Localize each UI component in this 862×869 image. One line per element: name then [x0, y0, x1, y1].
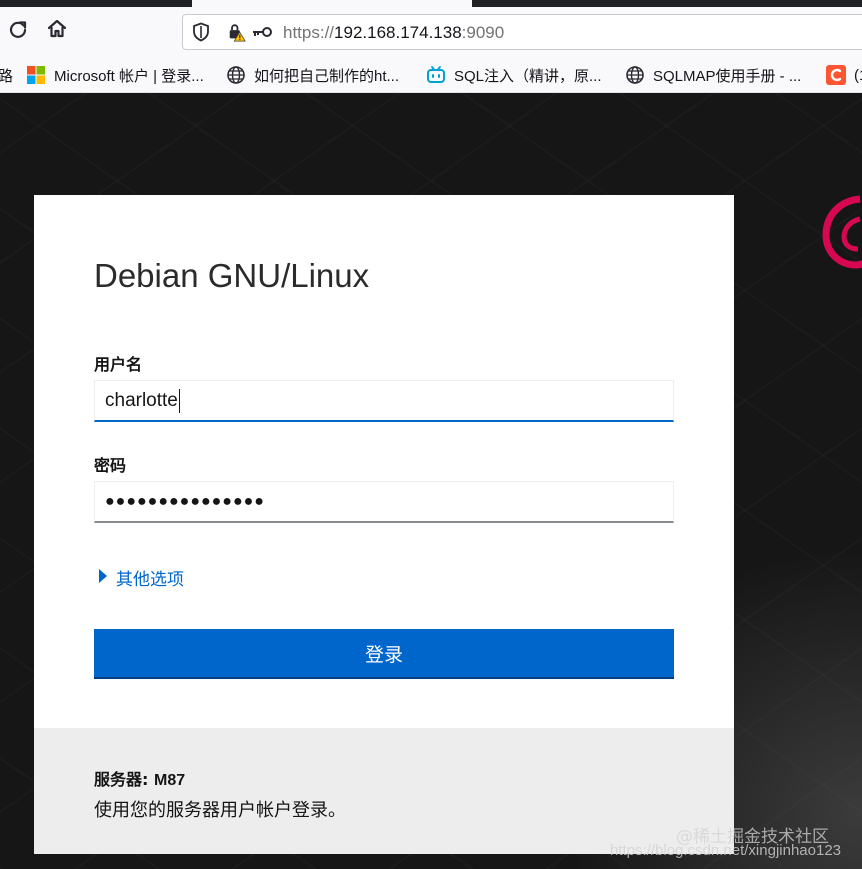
url-port: :9090: [461, 23, 505, 42]
key-icon[interactable]: [251, 22, 273, 42]
globe-icon: [625, 65, 645, 85]
tab-strip: [0, 0, 862, 7]
server-name: M87: [153, 772, 186, 789]
username-label: 用户名: [94, 355, 143, 374]
password-label: 密码: [94, 456, 127, 475]
server-info: 服务器: M87: [94, 766, 185, 790]
bookmark-item-microsoft[interactable]: Microsoft 帐户 | 登录...: [26, 64, 204, 86]
username-value: charlotte: [105, 389, 178, 411]
text-caret: [178, 388, 181, 413]
insecure-lock-icon[interactable]: [227, 22, 247, 42]
password-mask: ●●●●●●●●●●●●●●●: [105, 492, 265, 510]
home-button[interactable]: [42, 16, 72, 46]
active-tab[interactable]: [192, 0, 472, 7]
csdn-c-icon: [826, 65, 846, 85]
bookmark-label: 路: [0, 67, 14, 85]
bookmark-label: (1: [854, 66, 862, 84]
watermark-csdn-url: https://blog.csdn.net/xingjinhao123: [610, 842, 841, 859]
address-bar[interactable]: https://192.168.174.138:9090: [182, 14, 862, 50]
microsoft-logo-icon: [26, 65, 46, 85]
bookmark-label: Microsoft 帐户 | 登录...: [54, 67, 204, 85]
login-hint: 使用您的服务器用户帐户登录。: [94, 800, 346, 821]
bookmark-label: SQL注入（精讲，原...: [454, 67, 602, 85]
url-text[interactable]: https://192.168.174.138:9090: [283, 23, 504, 43]
bookmark-label: SQLMAP使用手册 - ...: [653, 67, 802, 85]
url-scheme: https://: [283, 23, 335, 42]
login-card: Debian GNU/Linux 用户名 charlotte 密码 ●●●●●●…: [34, 195, 734, 854]
other-options-label: 其他选项: [116, 570, 184, 590]
home-icon: [46, 18, 68, 44]
reload-button[interactable]: [3, 16, 33, 46]
bookmark-item-sql[interactable]: SQL注入（精讲，原...: [426, 64, 602, 86]
bookmarks-bar: 路 Microsoft 帐户 | 登录... 如何把自己制作的ht... SQL…: [0, 57, 862, 93]
card-footer: 服务器: M87 使用您的服务器用户帐户登录。: [34, 728, 734, 854]
bookmark-item-sqlmap[interactable]: SQLMAP使用手册 - ...: [625, 64, 801, 86]
bookmark-item-html[interactable]: 如何把自己制作的ht...: [226, 64, 399, 86]
caret-right-icon: [98, 568, 108, 588]
login-button[interactable]: 登录: [94, 629, 674, 679]
bookmark-label: 如何把自己制作的ht...: [254, 67, 400, 85]
debian-swirl-logo: [822, 195, 862, 269]
os-title: Debian GNU/Linux: [94, 257, 370, 294]
shield-icon[interactable]: [191, 22, 211, 42]
url-host: 192.168.174.138: [334, 23, 462, 42]
reload-icon: [8, 19, 28, 43]
server-label: 服务器:: [94, 770, 154, 789]
bookmark-item-csdn[interactable]: (1: [826, 64, 862, 86]
username-input[interactable]: charlotte: [94, 380, 674, 422]
browser-toolbar: https://192.168.174.138:9090: [0, 7, 862, 57]
globe-icon: [226, 65, 246, 85]
other-options-toggle[interactable]: 其他选项: [98, 565, 184, 590]
bookmark-item[interactable]: 路: [0, 64, 13, 86]
password-input[interactable]: ●●●●●●●●●●●●●●●: [94, 481, 674, 523]
bilibili-tv-icon: [426, 65, 446, 85]
